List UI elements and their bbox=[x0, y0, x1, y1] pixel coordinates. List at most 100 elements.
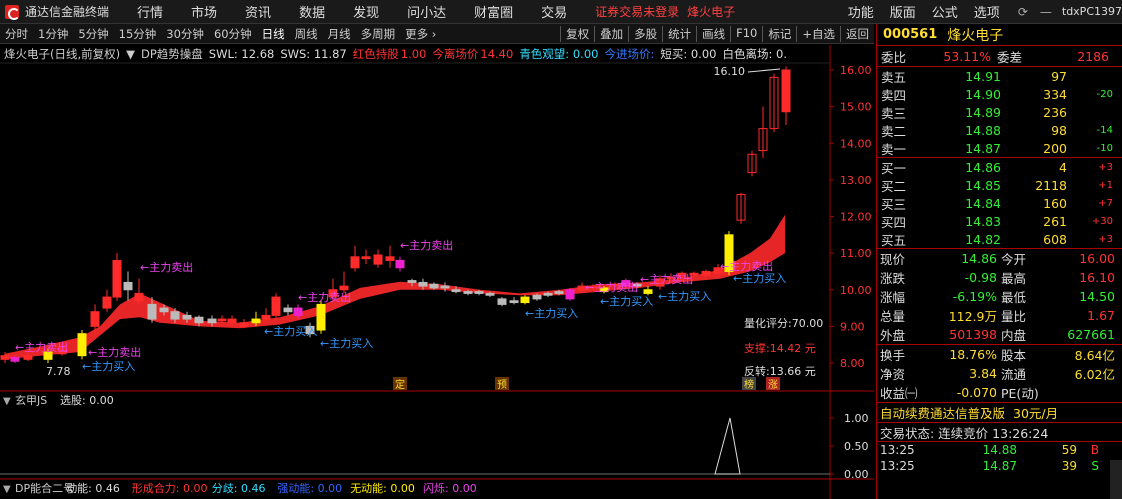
quote-panel: 000561 烽火电子 委比 53.11% 委差 2186 卖五 14.91 97 卖… bbox=[876, 24, 1122, 499]
candle-body bbox=[217, 318, 227, 322]
f10-button[interactable]: F10 bbox=[730, 25, 762, 42]
chart-canvas[interactable]: 16.00 15.00 14.00 13.00 12.00 11.00 10.00 9.00 8… bbox=[0, 45, 874, 499]
refresh-icon[interactable]: ⟳ bbox=[1012, 5, 1034, 19]
period-tab-weekly[interactable]: 周线 bbox=[290, 26, 323, 42]
stat-label: 内盘 bbox=[1001, 328, 1027, 343]
back-button[interactable]: 返回 bbox=[840, 25, 874, 42]
user-id[interactable]: tdxPC1397 bbox=[1062, 5, 1122, 18]
period-tab-30min[interactable]: 30分钟 bbox=[161, 26, 209, 42]
panel-collapse-icon[interactable]: ▼ bbox=[3, 484, 11, 495]
ask-row[interactable]: 卖三 14.89 236 bbox=[877, 103, 1122, 121]
draw-line-button[interactable]: 画线 bbox=[696, 25, 730, 42]
promo-text[interactable]: 自动续费通达信普及版 bbox=[880, 403, 1005, 422]
ask-label: 卖三 bbox=[881, 105, 907, 121]
quant-score: 量化评分:70.00 bbox=[744, 316, 823, 330]
candle-body bbox=[102, 296, 112, 309]
menu-item-market[interactable]: 市场 bbox=[177, 2, 231, 21]
multi-stock-button[interactable]: 多股 bbox=[628, 25, 662, 42]
login-status[interactable]: 证券交易未登录 bbox=[595, 3, 679, 20]
candle-body bbox=[554, 291, 564, 294]
candle-body bbox=[701, 270, 711, 276]
menu-item-formula[interactable]: 公式 bbox=[924, 2, 966, 21]
period-tab-15min[interactable]: 15分钟 bbox=[114, 26, 162, 42]
period-tab-more[interactable]: 更多 › bbox=[400, 26, 441, 42]
menu-item-ask[interactable]: 问小达 bbox=[393, 2, 460, 21]
candle-body bbox=[112, 259, 122, 298]
signal-spike bbox=[714, 417, 741, 475]
menu-item-discover[interactable]: 发现 bbox=[339, 2, 393, 21]
bid-price: 14.82 bbox=[965, 231, 1001, 247]
stats-button[interactable]: 统计 bbox=[662, 25, 696, 42]
promo-banner[interactable]: 自动续费通达信普及版 30元/月 bbox=[877, 402, 1122, 422]
bid-row[interactable]: 买五 14.82 608 +3 bbox=[877, 230, 1122, 248]
promo-price[interactable]: 30元/月 bbox=[1013, 403, 1058, 422]
overlay-button[interactable]: 叠加 bbox=[594, 25, 628, 42]
bid-row[interactable]: 买四 14.83 261 +30 bbox=[877, 212, 1122, 230]
bid-label: 买四 bbox=[881, 214, 907, 230]
order-diff-value: 2186 bbox=[1077, 48, 1109, 64]
title-stock-name: 烽火电子 bbox=[687, 5, 736, 19]
menu-item-quotes[interactable]: 行情 bbox=[123, 2, 177, 21]
right-menu: 功能 版面 公式 选项 bbox=[840, 2, 1008, 21]
period-tab-monthly[interactable]: 月线 bbox=[323, 26, 356, 42]
tick-side: B bbox=[1090, 443, 1099, 457]
ask-row[interactable]: 卖五 14.91 97 bbox=[877, 67, 1122, 85]
candle-body bbox=[565, 289, 575, 300]
candle-body bbox=[643, 289, 653, 294]
stat-value: 3.84 bbox=[969, 366, 997, 381]
bid-price: 14.84 bbox=[965, 195, 1001, 211]
menu-item-function[interactable]: 功能 bbox=[840, 2, 882, 21]
candle-body bbox=[239, 322, 249, 327]
candle-body bbox=[10, 357, 20, 362]
menu-item-news[interactable]: 资讯 bbox=[231, 2, 285, 21]
main-sell-label: ←主力卖出 bbox=[585, 280, 638, 294]
bid-row[interactable]: 买一 14.86 4 +3 bbox=[877, 158, 1122, 176]
menu-item-trade[interactable]: 交易 bbox=[527, 2, 581, 21]
bid-change: +1 bbox=[1098, 179, 1113, 191]
bid-row[interactable]: 买三 14.84 160 +7 bbox=[877, 194, 1122, 212]
tick-price: 14.87 bbox=[982, 459, 1017, 473]
candle-body bbox=[781, 69, 791, 113]
menu-item-wealth[interactable]: 财富圈 bbox=[460, 2, 527, 21]
stat-label: 现价 bbox=[880, 252, 906, 267]
tick-scrollbar[interactable] bbox=[1110, 460, 1122, 499]
ask-row[interactable]: 卖一 14.87 200 -10 bbox=[877, 139, 1122, 157]
bid-row[interactable]: 买二 14.85 2118 +1 bbox=[877, 176, 1122, 194]
ask-row[interactable]: 卖四 14.90 334 -20 bbox=[877, 85, 1122, 103]
bid-change: +7 bbox=[1098, 197, 1113, 209]
ask-row[interactable]: 卖二 14.88 98 -14 bbox=[877, 121, 1122, 139]
y-tick-label: 11.00 bbox=[840, 247, 872, 260]
mark-button[interactable]: 标记 bbox=[762, 25, 796, 42]
period-tab-1min[interactable]: 1分钟 bbox=[33, 26, 73, 42]
period-tab-multi[interactable]: 多周期 bbox=[356, 26, 401, 42]
bid-volume: 4 bbox=[1059, 159, 1067, 175]
main-sell-label: ←主力卖出 bbox=[400, 238, 453, 252]
candle-body bbox=[407, 280, 417, 283]
add-watchlist-button[interactable]: +自选 bbox=[796, 25, 840, 42]
bid-price: 14.85 bbox=[965, 177, 1001, 193]
period-tab-timeshare[interactable]: 分时 bbox=[0, 26, 33, 42]
period-tab-5min[interactable]: 5分钟 bbox=[73, 26, 113, 42]
y-tick-label: 16.00 bbox=[840, 64, 872, 77]
candle-body bbox=[463, 291, 473, 294]
tick-time: 13:25 bbox=[880, 443, 915, 457]
period-tab-daily[interactable]: 日线 bbox=[257, 26, 290, 42]
event-tag-label: 涨 bbox=[768, 379, 778, 391]
stat-row: 换手 18.76% 股本 8.64亿 bbox=[877, 345, 1122, 364]
indicator-value: 动能: 0.46 bbox=[66, 481, 120, 495]
minimize-icon[interactable]: — bbox=[1034, 5, 1058, 19]
candle-body bbox=[207, 318, 217, 324]
menu-item-layout[interactable]: 版面 bbox=[882, 2, 924, 21]
panel-collapse-icon[interactable]: ▼ bbox=[3, 396, 11, 407]
menu-item-options[interactable]: 选项 bbox=[966, 2, 1008, 21]
bid-change: +3 bbox=[1098, 233, 1113, 245]
period-tab-60min[interactable]: 60分钟 bbox=[209, 26, 257, 42]
adjust-button[interactable]: 复权 bbox=[560, 25, 594, 42]
y-tick-label: 15.00 bbox=[840, 101, 872, 114]
stat-row: 涨幅 -6.19% 最低 14.50 bbox=[877, 287, 1122, 306]
main-buy-label: ←主力买入 bbox=[264, 325, 317, 338]
stat-row: 涨跌 -0.98 最高 16.10 bbox=[877, 268, 1122, 287]
candle-body bbox=[395, 259, 405, 269]
ask-volume: 236 bbox=[1043, 104, 1067, 120]
menu-item-data[interactable]: 数据 bbox=[285, 2, 339, 21]
